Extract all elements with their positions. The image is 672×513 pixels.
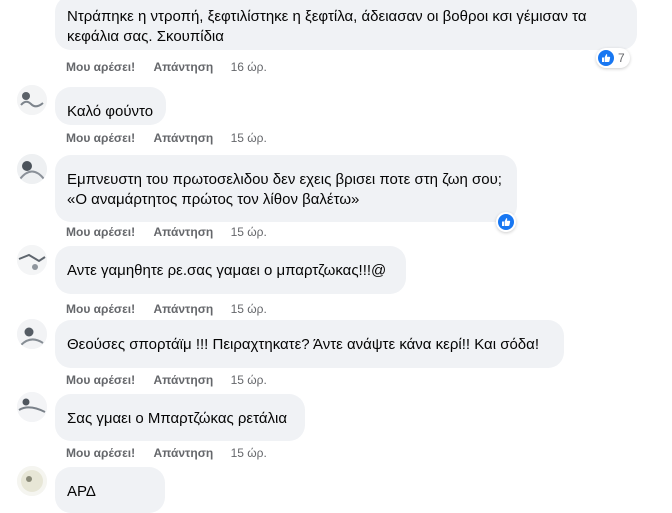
like-button[interactable]: Μου αρέσει! (66, 302, 135, 316)
comment-author[interactable] (67, 401, 293, 409)
comment-thread: Ντράπηκε η ντροπή, ξεφτιλίστηκε η ξεφτίλ… (0, 0, 672, 513)
avatar-image (17, 392, 47, 422)
comment-bubble: Σας γμαει ο Μπαρτζώκας ρετάλια (55, 394, 305, 441)
comment-timestamp[interactable]: 15 ώρ. (231, 446, 267, 460)
reaction-summary[interactable] (496, 212, 516, 232)
comment-bubble: Αντε γαμηθητε ρε.σας γαμαει ο μπαρτζωκας… (55, 246, 406, 294)
comment-text-line: Θεούσες σπορτάϊμ !!! Πειραχτηκατε? Άντε … (67, 336, 539, 353)
comment-text-line: Σας γμαει ο Μπαρτζώκας ρετάλια (67, 410, 288, 427)
comment-author[interactable] (67, 94, 154, 102)
comment-author[interactable] (67, 253, 394, 261)
reaction-count: 7 (618, 51, 625, 65)
comment-timestamp[interactable]: 16 ώρ. (231, 60, 267, 74)
comment-text-line: ΑΡΔ (67, 483, 96, 500)
comment-text-line: Καλό φούντο (67, 103, 154, 120)
comment-actions: Μου αρέσει! Απάντηση 15 ώρ. (66, 302, 267, 316)
avatar-image (17, 85, 47, 115)
comment-bubble: Καλό φούντο (55, 87, 166, 125)
like-button[interactable]: Μου αρέσει! (66, 373, 135, 387)
comment-author[interactable] (67, 162, 505, 170)
like-button[interactable]: Μου αρέσει! (66, 60, 135, 74)
comment-text-line: «Ο αναμάρτητος πρώτος τον λίθον βαλέτω» (67, 191, 360, 208)
comment-timestamp[interactable]: 15 ώρ. (231, 131, 267, 145)
reply-button[interactable]: Απάντηση (153, 302, 213, 316)
avatar[interactable] (17, 392, 47, 422)
avatar-image (17, 245, 47, 275)
avatar[interactable] (17, 245, 47, 275)
comment-actions: Μου αρέσει! Απάντηση 15 ώρ. (66, 225, 267, 239)
comment-actions: Μου αρέσει! Απάντηση 15 ώρ. (66, 373, 267, 387)
like-button[interactable]: Μου αρέσει! (66, 131, 135, 145)
avatar-image (17, 319, 47, 349)
comment-text-line: Ντράπηκε η ντροπή, ξεφτιλίστηκε η ξεφτίλ… (67, 8, 587, 25)
comment-actions: Μου αρέσει! Απάντηση 15 ώρ. (66, 131, 267, 145)
avatar-image (17, 154, 47, 184)
comment-timestamp[interactable]: 15 ώρ. (231, 302, 267, 316)
comment-timestamp[interactable]: 15 ώρ. (231, 373, 267, 387)
comment-author[interactable] (67, 474, 153, 482)
avatar[interactable] (17, 319, 47, 349)
comment-author[interactable] (67, 327, 552, 335)
avatar-image (17, 466, 47, 496)
comment-actions: Μου αρέσει! Απάντηση 16 ώρ. (66, 60, 267, 74)
comment-text-line: Αντε γαμηθητε ρε.σας γαμαει ο μπαρτζωκας… (67, 262, 387, 279)
avatar[interactable] (17, 466, 47, 496)
comment-timestamp[interactable]: 15 ώρ. (231, 225, 267, 239)
comment-text-line: κεφάλια σας. Σκουπίδια (67, 28, 224, 45)
reaction-summary[interactable]: 7 (596, 48, 630, 68)
like-button[interactable]: Μου αρέσει! (66, 225, 135, 239)
comment-bubble: Θεούσες σπορτάϊμ !!! Πειραχτηκατε? Άντε … (55, 320, 564, 368)
comment-bubble: Εμπνευστη του πρωτοσελιδου δεν εχεις βρι… (55, 155, 517, 222)
avatar[interactable] (17, 154, 47, 184)
comment-actions: Μου αρέσει! Απάντηση 15 ώρ. (66, 446, 267, 460)
comment-text-line: Εμπνευστη του πρωτοσελιδου δεν εχεις βρι… (67, 171, 502, 188)
avatar[interactable] (17, 85, 47, 115)
like-button[interactable]: Μου αρέσει! (66, 446, 135, 460)
reply-button[interactable]: Απάντηση (153, 373, 213, 387)
reply-button[interactable]: Απάντηση (153, 225, 213, 239)
reply-button[interactable]: Απάντηση (153, 131, 213, 145)
reply-button[interactable]: Απάντηση (153, 60, 213, 74)
comment-bubble: ΑΡΔ (55, 467, 165, 513)
reply-button[interactable]: Απάντηση (153, 446, 213, 460)
like-icon (498, 214, 514, 230)
comment-bubble: Ντράπηκε η ντροπή, ξεφτιλίστηκε η ξεφτίλ… (55, 0, 637, 50)
like-icon (598, 50, 614, 66)
